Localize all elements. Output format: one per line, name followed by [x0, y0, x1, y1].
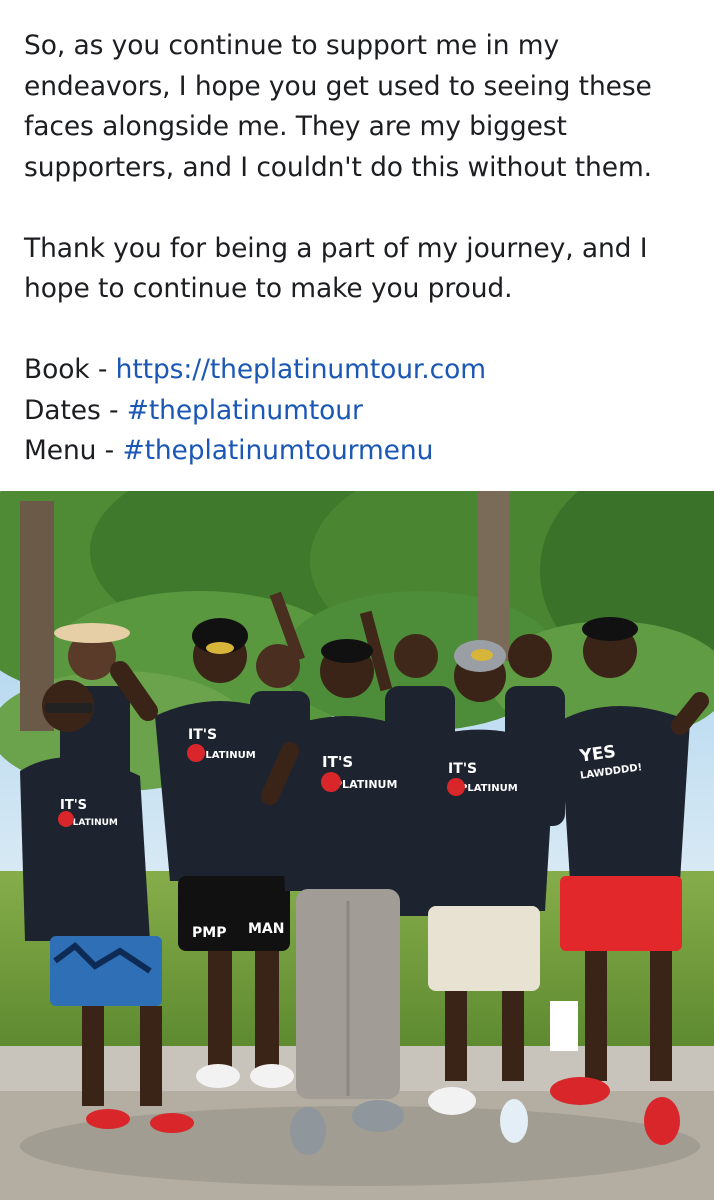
dates-row: Dates - #theplatinumtour: [24, 391, 694, 432]
dates-label: Dates -: [24, 394, 127, 426]
post-line: hope to continue to make you proud.: [24, 273, 513, 304]
shirt-logo-text: PLATINUM: [198, 750, 256, 761]
group-photo-illustration: IT'S PLATINUM IT'S PLATINUM PMP MAN IT'S…: [0, 491, 714, 1200]
shirt-logo-text: IT'S: [188, 727, 217, 743]
post-paragraph-1: So, as you continue to support me in my …: [24, 26, 694, 188]
shirt-logo-text: PLATINUM: [334, 778, 397, 791]
shirt-logo-text: IT'S: [322, 753, 353, 771]
book-row: Book - https://theplatinumtour.com: [24, 350, 694, 391]
post-line: faces alongside me. They are my biggest: [24, 111, 567, 142]
menu-row: Menu - #theplatinumtourmenu: [24, 431, 694, 472]
book-label: Book -: [24, 354, 116, 385]
dates-hashtag[interactable]: #theplatinumtour: [127, 395, 363, 426]
shorts-text: PMP: [192, 925, 226, 941]
shirt-logo-text: PLATINUM: [460, 783, 518, 794]
menu-label: Menu -: [24, 435, 123, 466]
menu-hashtag[interactable]: #theplatinumtourmenu: [122, 435, 433, 466]
post-line: supporters, and I couldn't do this witho…: [24, 151, 652, 183]
post-paragraph-2: Thank you for being a part of my journey…: [24, 229, 694, 310]
post-links: Book - https://theplatinumtour.com Dates…: [24, 350, 694, 472]
post-line: Thank you for being a part of my journey…: [24, 232, 648, 264]
shirt-logo-text: IT'S: [60, 798, 87, 813]
group-photo[interactable]: IT'S PLATINUM IT'S PLATINUM PMP MAN IT'S…: [0, 491, 714, 1200]
shorts-text: MAN: [248, 921, 284, 937]
post-line: So, as you continue to support me in my: [24, 30, 560, 61]
book-link[interactable]: https://theplatinumtour.com: [116, 354, 486, 385]
post-text: So, as you continue to support me in my …: [24, 26, 694, 472]
tree-trunk: [478, 491, 510, 661]
post-line: endeavors, I hope you get used to seeing…: [24, 70, 652, 102]
shirt-logo-text: IT'S: [448, 761, 477, 777]
